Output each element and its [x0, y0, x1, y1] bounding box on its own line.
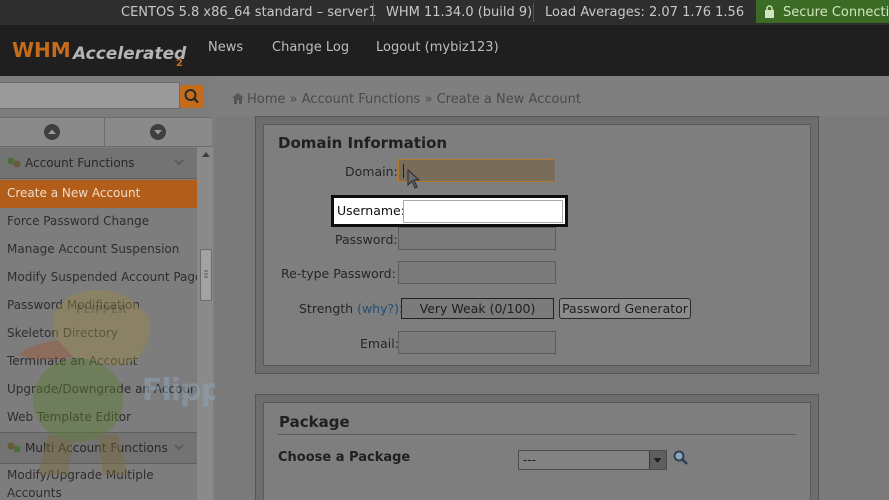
secure-connection-label: Secure Connecti	[783, 5, 889, 20]
breadcrumb-current: Create a New Account	[436, 92, 581, 107]
nav-change-log[interactable]: Change Log	[272, 40, 349, 55]
password-input[interactable]	[398, 227, 556, 250]
breadcrumb-home[interactable]: Home	[247, 92, 285, 107]
sidebar-item-create-account[interactable]: Create a New Account	[0, 180, 197, 208]
sidebar-item-label: Manage Account Suspension	[7, 242, 180, 256]
divider	[533, 3, 534, 22]
scroll-down-button[interactable]	[105, 118, 212, 146]
username-highlight: Username:	[331, 195, 568, 227]
breadcrumb-separator: »	[424, 92, 433, 107]
arrow-up-icon	[44, 124, 60, 140]
username-label: Username:	[337, 203, 405, 218]
home-icon	[232, 93, 244, 104]
whm-version: WHM 11.34.0 (build 9)	[386, 5, 533, 20]
sidebar-scrollbar[interactable]	[197, 147, 213, 500]
nav-news[interactable]: News	[208, 40, 243, 55]
sidebar-item-label: Accounts	[7, 486, 62, 500]
sidebar-item-label: Force Password Change	[7, 214, 150, 228]
sidebar-item-label: Create a New Account	[7, 186, 141, 200]
email-input[interactable]	[398, 331, 556, 354]
password-strength-meter: Very Weak (0/100)	[401, 298, 554, 319]
magnifier-icon[interactable]	[672, 449, 689, 466]
strength-text: Strength	[299, 301, 354, 316]
main-header: WHM Accelerated 2 News Change Log Logout…	[0, 25, 889, 76]
accounts-icon	[7, 157, 21, 168]
nav-logout[interactable]: Logout (mybiz123)	[376, 40, 499, 55]
breadcrumb-account-functions[interactable]: Account Functions	[302, 92, 421, 107]
chevron-down-icon	[174, 159, 184, 166]
password-generator-button[interactable]: Password Generator	[559, 298, 691, 319]
sidebar-scrollbar-thumb[interactable]	[200, 249, 212, 301]
svg-text:WHM: WHM	[12, 38, 71, 62]
sidebar-item-modify-upgrade-multiple-cont[interactable]: Accounts	[0, 482, 197, 500]
scroll-up-arrow-icon[interactable]	[202, 151, 210, 159]
arrow-down-icon	[150, 124, 166, 140]
search-icon	[184, 89, 199, 104]
choose-package-label: Choose a Package	[278, 450, 411, 465]
server-info: CENTOS 5.8 x86_64 standard – server1	[121, 5, 377, 20]
secure-connection-badge: Secure Connecti	[756, 0, 889, 23]
breadcrumb: Home » Account Functions » Create a New …	[232, 92, 581, 107]
sidebar-item-force-password-change[interactable]: Force Password Change	[0, 208, 197, 236]
breadcrumb-separator: »	[289, 92, 298, 107]
retype-password-label: Re-type Password:	[281, 266, 396, 281]
divider	[373, 3, 374, 22]
package-divider	[278, 434, 796, 435]
scroll-up-button[interactable]	[0, 118, 105, 146]
why-link[interactable]: (why?):	[357, 301, 403, 316]
sidebar-item-manage-suspension[interactable]: Manage Account Suspension	[0, 236, 197, 264]
sidebar-item-label: Modify Suspended Account Page	[7, 270, 203, 284]
section-account-functions[interactable]: Account Functions	[0, 148, 197, 179]
dropdown-button[interactable]	[649, 451, 666, 469]
chevron-down-icon	[653, 458, 662, 463]
domain-label: Domain:	[345, 164, 398, 179]
svg-text:Accelerated: Accelerated	[71, 44, 187, 64]
load-averages: Load Averages: 2.07 1.76 1.56	[545, 5, 745, 20]
svg-text:2: 2	[176, 58, 183, 69]
whm-logo: WHM Accelerated 2	[12, 38, 187, 69]
email-label: Email:	[360, 336, 399, 351]
sidebar-scroll-controls	[0, 117, 212, 147]
strength-label: Strength (why?):	[299, 301, 403, 316]
package-selected-value: ---	[523, 453, 536, 467]
mouse-cursor-icon	[407, 169, 421, 189]
lock-icon	[765, 5, 774, 18]
package-title: Package	[279, 413, 350, 431]
search-button[interactable]	[180, 85, 204, 108]
password-label: Password:	[335, 232, 398, 247]
domain-information-title: Domain Information	[278, 134, 448, 152]
package-select[interactable]: ---	[518, 450, 667, 470]
text-caret	[403, 164, 404, 178]
section-label: Account Functions	[25, 156, 135, 170]
username-input[interactable]	[403, 200, 563, 223]
retype-password-input[interactable]	[398, 261, 556, 284]
server-status-bar: CENTOS 5.8 x86_64 standard – server1 WHM…	[0, 0, 889, 25]
flipper-badge: FLIPPER	[76, 303, 127, 316]
sidebar-search-input[interactable]	[0, 82, 180, 109]
